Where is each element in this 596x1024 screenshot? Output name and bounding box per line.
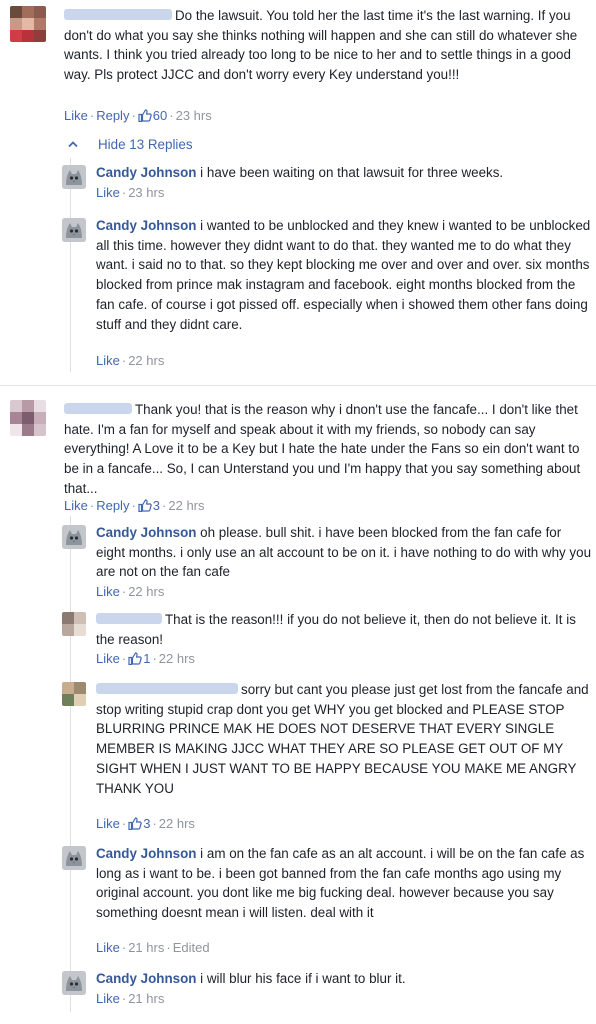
avatar[interactable]	[62, 682, 86, 706]
reply-actions: Like · 21 hrs	[96, 991, 165, 1006]
timestamp[interactable]: 22 hrs	[128, 584, 164, 599]
avatar[interactable]	[10, 400, 46, 436]
avatar[interactable]	[62, 846, 86, 870]
timestamp[interactable]: 21 hrs	[128, 940, 164, 955]
blurred-author-name	[64, 403, 132, 414]
reply-guide-line	[70, 516, 71, 1012]
reply-text: Candy Johnson i have been waiting on tha…	[96, 163, 592, 183]
avatar[interactable]	[62, 971, 86, 995]
reply-text-content: i will blur his face if i want to blur i…	[200, 971, 406, 986]
comment-actions: Like · Reply · 3 · 22 hrs	[64, 498, 205, 513]
like-link[interactable]: Like	[96, 651, 120, 666]
like-link[interactable]: Like	[64, 108, 88, 123]
reply-link[interactable]: Reply	[96, 108, 129, 123]
pixelated-avatar-icon	[10, 400, 46, 436]
like-link[interactable]: Like	[96, 940, 120, 955]
timestamp[interactable]: 22 hrs	[159, 651, 195, 666]
thumbs-up-icon	[128, 817, 142, 830]
cat-avatar-icon	[62, 846, 86, 870]
like-link[interactable]: Like	[96, 816, 120, 831]
thumbs-up-icon	[138, 109, 152, 122]
thumbs-up-icon	[138, 499, 152, 512]
like-count[interactable]: 3	[143, 816, 150, 831]
reply-actions: Like · 22 hrs	[96, 584, 165, 599]
like-link[interactable]: Like	[64, 498, 88, 513]
like-link[interactable]: Like	[96, 584, 120, 599]
reply-text: Candy Johnson oh please. bull shit. i ha…	[96, 523, 592, 582]
author-name[interactable]: Candy Johnson	[96, 165, 196, 180]
reply-actions: Like · 23 hrs	[96, 185, 165, 200]
avatar[interactable]	[62, 525, 86, 549]
cat-avatar-icon	[62, 971, 86, 995]
reply-actions: Like · 1 · 22 hrs	[96, 651, 195, 666]
blurred-author-name	[64, 9, 172, 20]
pixelated-avatar-icon	[10, 6, 46, 42]
avatar[interactable]	[62, 165, 86, 189]
reply-actions: Like · 3 · 22 hrs	[96, 816, 195, 831]
comment: Do the lawsuit. You told her the last ti…	[10, 4, 594, 130]
reply-actions: Like · 22 hrs	[96, 353, 165, 368]
blurred-author-name	[96, 613, 162, 624]
cat-avatar-icon	[62, 165, 86, 189]
reply-text-content: That is the reason!!! if you do not beli…	[96, 612, 576, 647]
timestamp[interactable]: 22 hrs	[128, 353, 164, 368]
pixelated-avatar-icon	[62, 682, 86, 706]
reply-actions: Like · 21 hrs · Edited	[96, 940, 210, 955]
avatar[interactable]	[62, 218, 86, 242]
timestamp[interactable]: 22 hrs	[159, 816, 195, 831]
reply-text-content: sorry but cant you please just get lost …	[96, 682, 589, 796]
reply-text-content: i wanted to be unblocked and they knew i…	[96, 218, 591, 332]
reply-text: Candy Johnson i will blur his face if i …	[96, 969, 592, 989]
chevron-up-icon	[68, 141, 78, 148]
reply-text: Candy Johnson i wanted to be unblocked a…	[96, 216, 592, 334]
like-link[interactable]: Like	[96, 185, 120, 200]
reply-text: sorry but cant you please just get lost …	[96, 680, 592, 798]
hide-replies-label: Hide 13 Replies	[98, 137, 193, 152]
author-name[interactable]: Candy Johnson	[96, 525, 196, 540]
timestamp[interactable]: 21 hrs	[128, 991, 164, 1006]
author-name[interactable]: Candy Johnson	[96, 971, 196, 986]
reply-text: Candy Johnson i am on the fan cafe as an…	[96, 844, 592, 923]
timestamp[interactable]: 23 hrs	[176, 108, 212, 123]
cat-avatar-icon	[62, 525, 86, 549]
comment-actions: Like · Reply · 60 · 23 hrs	[64, 108, 212, 123]
pixelated-avatar-icon	[62, 612, 86, 636]
reply-text: That is the reason!!! if you do not beli…	[96, 610, 592, 649]
cat-avatar-icon	[62, 218, 86, 242]
timestamp[interactable]: 23 hrs	[128, 185, 164, 200]
reply-text-content: i have been waiting on that lawsuit for …	[200, 165, 504, 180]
author-name[interactable]: Candy Johnson	[96, 218, 196, 233]
hide-replies-link[interactable]: Hide 13 Replies	[68, 137, 193, 152]
avatar[interactable]	[62, 612, 86, 636]
reply-link[interactable]: Reply	[96, 498, 129, 513]
thread-divider	[0, 385, 596, 386]
comment-text-content: Thank you! that is the reason why i dnon…	[64, 402, 581, 496]
blurred-author-name	[96, 683, 238, 694]
avatar[interactable]	[10, 6, 46, 42]
reply-guide-line	[70, 158, 71, 372]
edited-label[interactable]: Edited	[173, 940, 210, 955]
like-link[interactable]: Like	[96, 353, 120, 368]
like-count[interactable]: 3	[153, 498, 160, 513]
like-count[interactable]: 60	[153, 108, 167, 123]
timestamp[interactable]: 22 hrs	[168, 498, 204, 513]
like-count[interactable]: 1	[143, 651, 150, 666]
comment-text: Do the lawsuit. You told her the last ti…	[64, 6, 592, 85]
author-name[interactable]: Candy Johnson	[96, 846, 196, 861]
like-link[interactable]: Like	[96, 991, 120, 1006]
comment-text: Thank you! that is the reason why i dnon…	[64, 400, 592, 499]
thumbs-up-icon	[128, 652, 142, 665]
